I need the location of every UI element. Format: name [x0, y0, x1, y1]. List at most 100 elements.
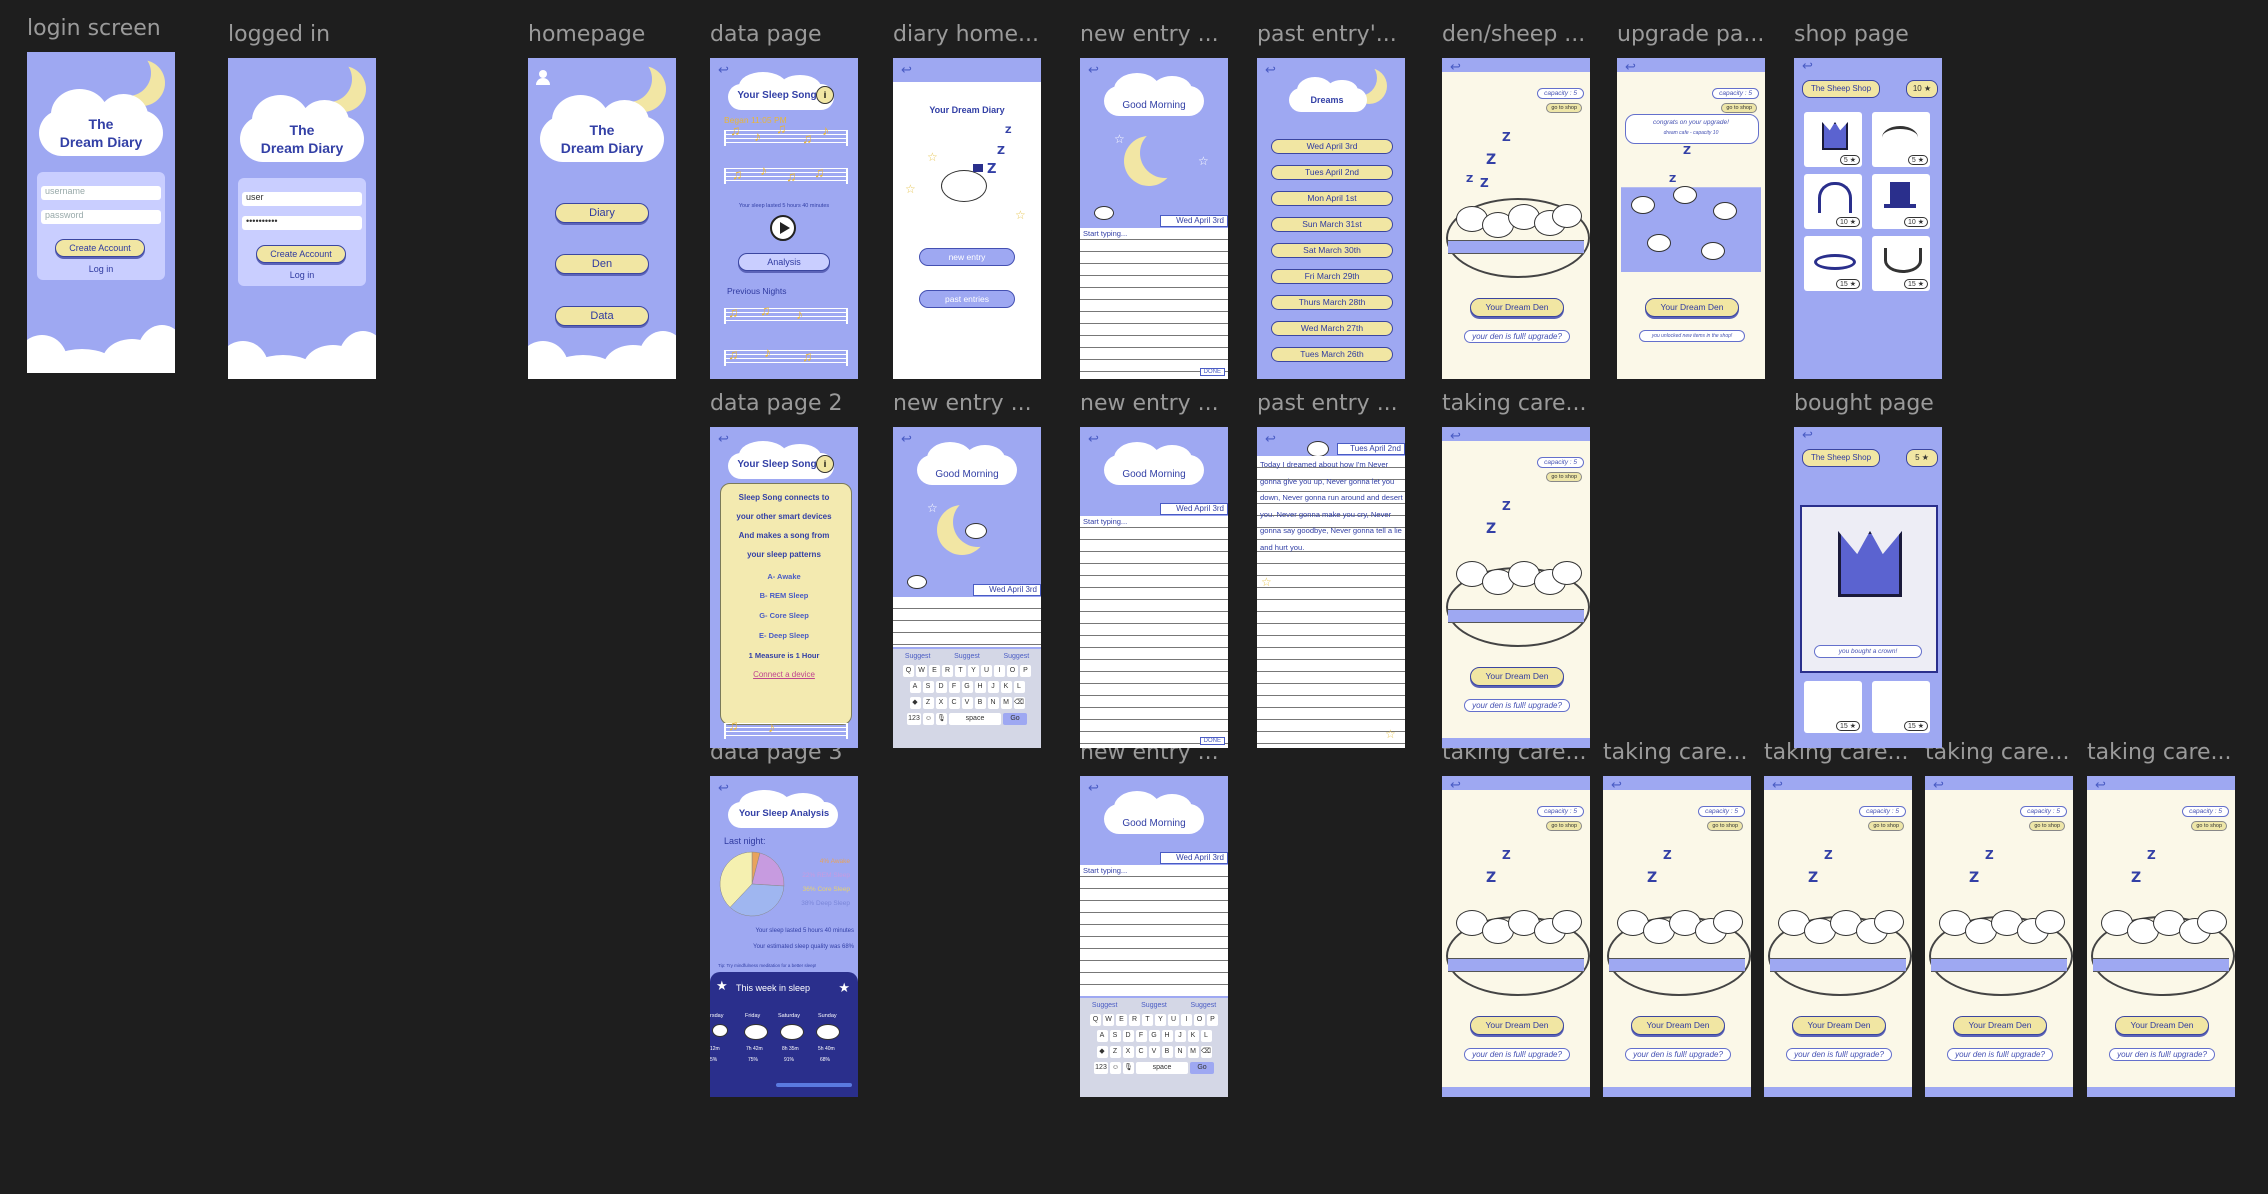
go-to-shop-button[interactable]: go to shop — [1707, 821, 1743, 831]
go-to-shop-button[interactable]: go to shop — [2029, 821, 2065, 831]
your-dream-den-button[interactable]: Your Dream Den — [1631, 1016, 1725, 1035]
key[interactable]: H — [974, 681, 986, 693]
key[interactable]: F — [1135, 1030, 1147, 1042]
back-arrow-icon[interactable]: ↩ — [1772, 778, 1783, 793]
key[interactable]: M — [1000, 697, 1012, 709]
key[interactable]: A — [909, 681, 921, 693]
key[interactable]: ⌫ — [1200, 1046, 1212, 1058]
go-to-shop-button[interactable]: go to shop — [1546, 472, 1582, 482]
key[interactable]: V — [1148, 1046, 1160, 1058]
upgrade-prompt[interactable]: your den is full! upgrade? — [1464, 1048, 1570, 1061]
create-account-button[interactable]: Create Account — [55, 239, 145, 257]
go-key[interactable]: Go — [1190, 1062, 1214, 1074]
key[interactable]: K — [1000, 681, 1012, 693]
back-arrow-icon[interactable]: ↩ — [1802, 59, 1813, 74]
suggestion[interactable]: Suggest — [1003, 651, 1029, 663]
key[interactable]: E — [929, 665, 940, 677]
upgrade-prompt[interactable]: your den is full! upgrade? — [2109, 1048, 2215, 1061]
suggestion[interactable]: Suggest — [1141, 1000, 1167, 1012]
shop-item-horns[interactable]: 15 ★ — [1872, 681, 1930, 733]
log-in-link[interactable]: Log in — [228, 270, 376, 280]
suggestion[interactable]: Suggest — [954, 651, 980, 663]
analysis-button[interactable]: Analysis — [738, 253, 830, 271]
emoji-key[interactable]: ☺ — [923, 713, 934, 725]
key[interactable]: P — [1020, 665, 1031, 677]
your-dream-den-button[interactable]: Your Dream Den — [1645, 298, 1739, 317]
sheep-icon[interactable] — [1647, 234, 1671, 252]
key[interactable]: Q — [1090, 1014, 1101, 1026]
key[interactable]: M — [1187, 1046, 1199, 1058]
create-account-button[interactable]: Create Account — [256, 245, 346, 263]
go-key[interactable]: Go — [1003, 713, 1027, 725]
back-arrow-icon[interactable]: ↩ — [2095, 778, 2106, 793]
key[interactable]: B — [1161, 1046, 1173, 1058]
space-key[interactable]: space — [1136, 1062, 1188, 1074]
key[interactable]: Z — [922, 697, 934, 709]
done-button[interactable]: DONE — [1199, 368, 1225, 376]
play-button[interactable] — [770, 215, 796, 241]
key[interactable]: G — [1148, 1030, 1160, 1042]
back-arrow-icon[interactable]: ↩ — [1088, 63, 1099, 78]
key[interactable]: V — [961, 697, 973, 709]
dream-date-item[interactable]: Wed April 3rd — [1271, 139, 1393, 154]
key[interactable]: U — [981, 665, 992, 677]
key[interactable]: X — [1122, 1046, 1134, 1058]
go-to-shop-button[interactable]: go to shop — [1546, 103, 1582, 113]
numbers-key[interactable]: 123 — [907, 713, 921, 725]
back-arrow-icon[interactable]: ↩ — [901, 432, 912, 447]
shop-item-ears[interactable]: 5 ★ — [1872, 112, 1930, 167]
username-field[interactable]: user — [242, 192, 362, 206]
sheep-icon[interactable] — [1552, 910, 1582, 934]
suggestion[interactable]: Suggest — [1092, 1000, 1118, 1012]
key[interactable]: I — [994, 665, 1005, 677]
back-arrow-icon[interactable]: ↩ — [1933, 778, 1944, 793]
past-entries-button[interactable]: past entries — [919, 290, 1015, 308]
key[interactable]: S — [1109, 1030, 1121, 1042]
key[interactable]: Q — [903, 665, 914, 677]
diary-button[interactable]: Diary — [555, 203, 649, 223]
key[interactable]: K — [1187, 1030, 1199, 1042]
back-arrow-icon[interactable]: ↩ — [1802, 428, 1813, 443]
dream-date-item[interactable]: Thurs March 28th — [1271, 295, 1393, 310]
your-dream-den-button[interactable]: Your Dream Den — [1470, 298, 1564, 317]
back-arrow-icon[interactable]: ↩ — [718, 432, 729, 447]
key[interactable]: H — [1161, 1030, 1173, 1042]
connect-device-link[interactable]: Connect a device — [710, 670, 858, 679]
entry-text-area[interactable] — [893, 597, 1041, 647]
key[interactable]: F — [948, 681, 960, 693]
key[interactable]: D — [1122, 1030, 1134, 1042]
key[interactable]: B — [974, 697, 986, 709]
key[interactable]: X — [935, 697, 947, 709]
shop-item-top-hat[interactable]: 10 ★ — [1872, 174, 1930, 229]
sheep-icon[interactable] — [1673, 186, 1697, 204]
key[interactable]: A — [1096, 1030, 1108, 1042]
back-arrow-icon[interactable]: ↩ — [1625, 60, 1636, 75]
key[interactable]: Z — [1109, 1046, 1121, 1058]
go-to-shop-button[interactable]: go to shop — [1721, 103, 1757, 113]
key[interactable]: Y — [968, 665, 979, 677]
key[interactable]: L — [1013, 681, 1025, 693]
key[interactable]: T — [1142, 1014, 1153, 1026]
suggestion[interactable]: Suggest — [905, 651, 931, 663]
key[interactable]: ◆ — [909, 697, 921, 709]
your-dream-den-button[interactable]: Your Dream Den — [1792, 1016, 1886, 1035]
key[interactable]: Y — [1155, 1014, 1166, 1026]
dream-date-item[interactable]: Sun March 31st — [1271, 217, 1393, 232]
back-arrow-icon[interactable]: ↩ — [1611, 778, 1622, 793]
sheep-icon[interactable] — [1874, 910, 1904, 934]
your-dream-den-button[interactable]: Your Dream Den — [1470, 1016, 1564, 1035]
profile-icon[interactable] — [536, 70, 550, 85]
upgrade-prompt[interactable]: your den is full! upgrade? — [1625, 1048, 1731, 1061]
emoji-key[interactable]: ☺ — [1110, 1062, 1121, 1074]
key[interactable]: C — [1135, 1046, 1147, 1058]
upgrade-prompt[interactable]: your den is full! upgrade? — [1786, 1048, 1892, 1061]
key[interactable]: ◆ — [1096, 1046, 1108, 1058]
entry-text-area[interactable] — [1080, 516, 1228, 748]
go-to-shop-button[interactable]: go to shop — [2191, 821, 2227, 831]
sheep-icon[interactable] — [1701, 242, 1725, 260]
key[interactable]: J — [1174, 1030, 1186, 1042]
mic-key[interactable]: 🎙 — [936, 713, 947, 725]
sheep-icon[interactable] — [1552, 561, 1582, 585]
key[interactable]: R — [942, 665, 953, 677]
key[interactable]: N — [987, 697, 999, 709]
